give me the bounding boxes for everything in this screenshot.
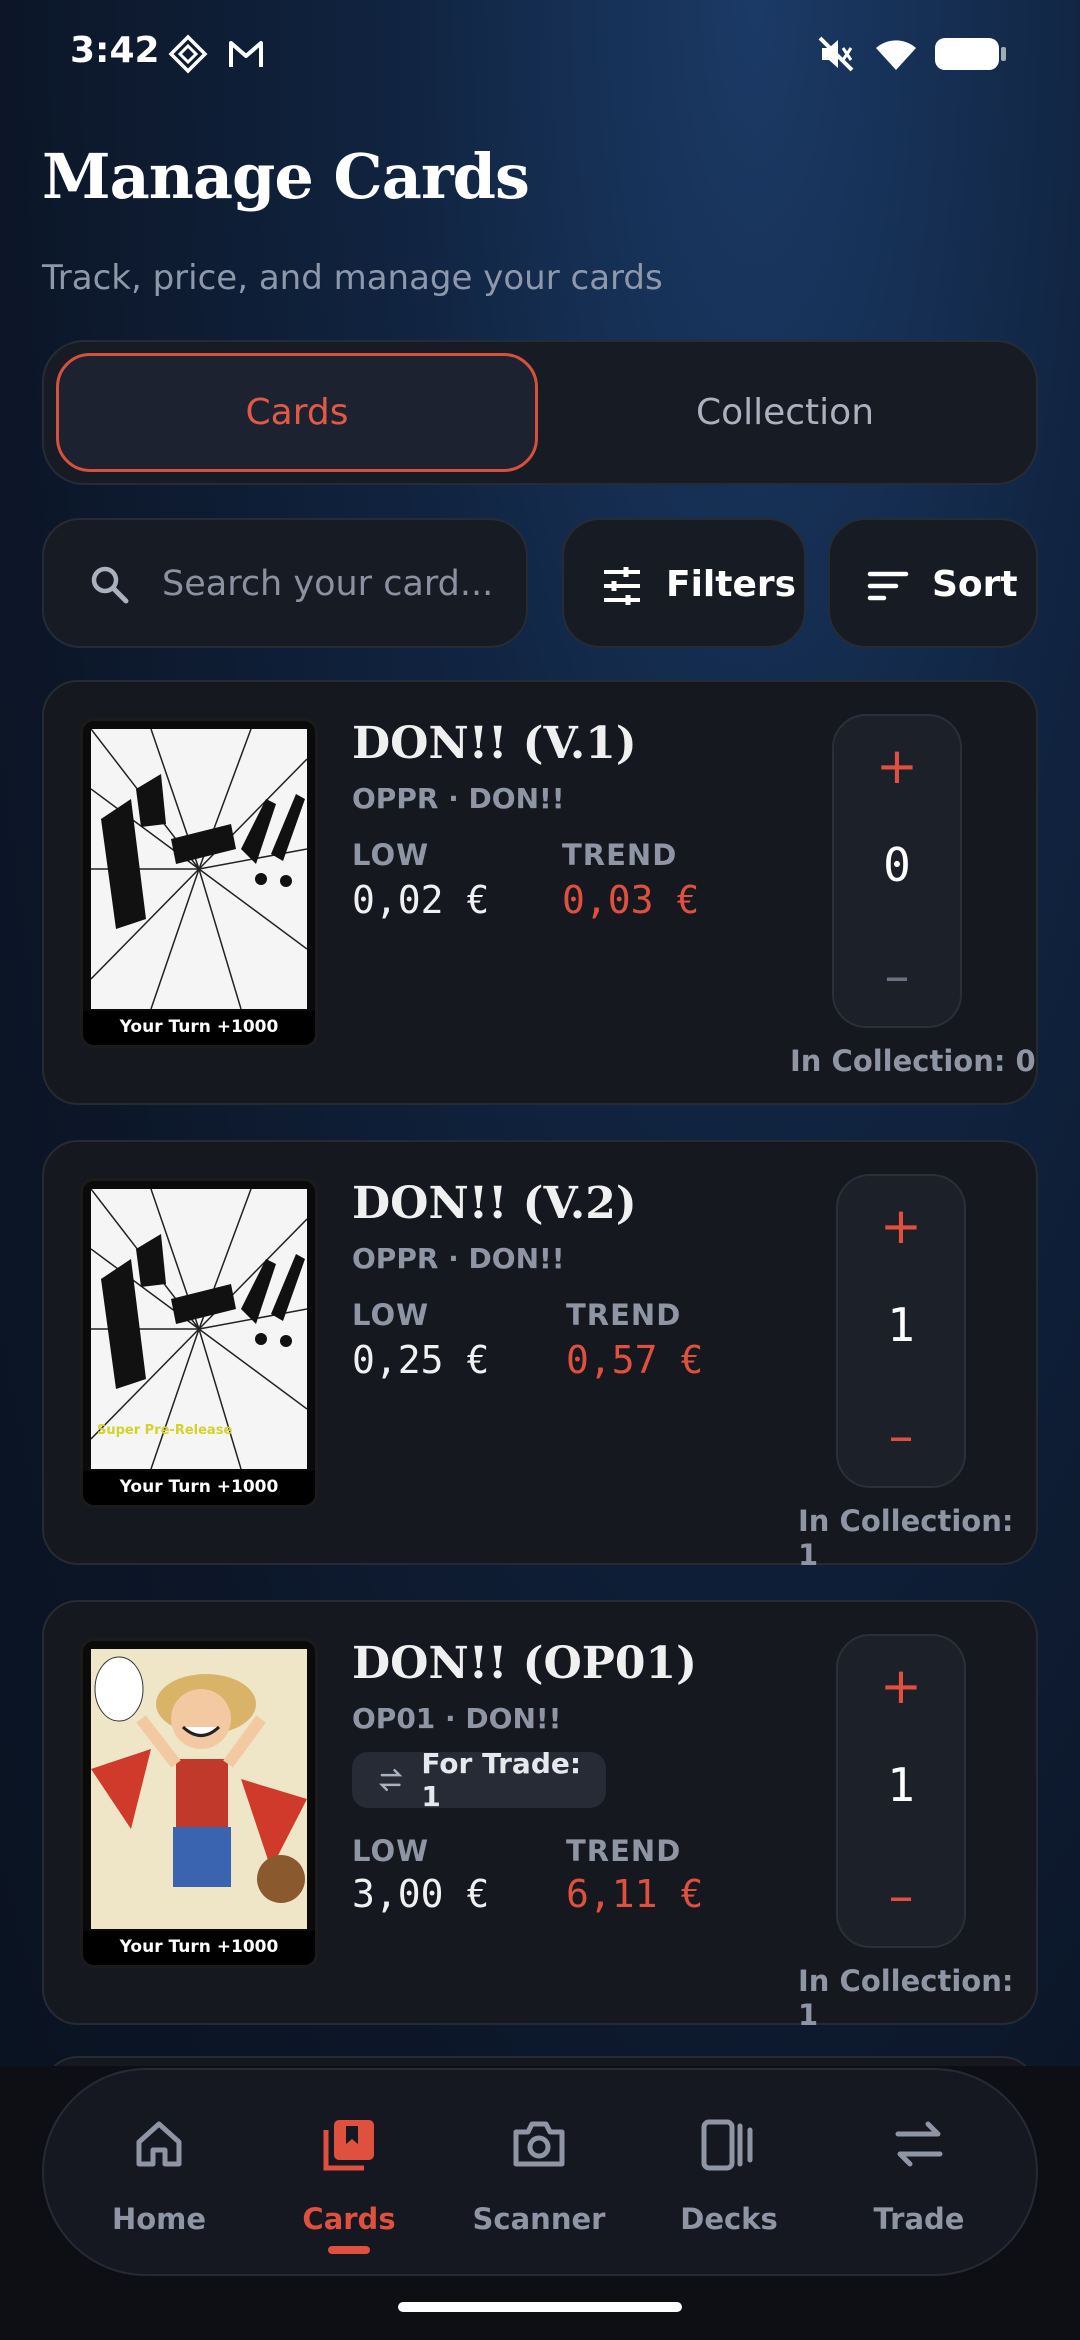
card-footer-text: Your Turn +1000 <box>83 1471 315 1505</box>
bottom-nav: Home Cards Scanner Decks Trade <box>42 2068 1038 2276</box>
decrement-button[interactable]: – <box>834 946 960 1006</box>
trend-label: TREND <box>562 838 678 872</box>
card-thumbnail[interactable]: Your Turn +1000 <box>80 718 318 1048</box>
quantity-value: 1 <box>887 1758 915 1812</box>
battery-icon <box>935 38 1006 70</box>
low-label: LOW <box>352 1298 430 1332</box>
nav-trade[interactable]: Trade <box>824 2070 1014 2278</box>
card-row[interactable]: Super Pre-Release Your Turn +1000 DON!! … <box>42 1140 1038 1572</box>
mute-icon <box>818 36 854 72</box>
trend-price: 0,57 € <box>566 1338 704 1382</box>
diamond-app-icon <box>168 34 208 74</box>
filters-icon <box>604 567 640 605</box>
nav-trade-label: Trade <box>873 2202 965 2236</box>
card-thumbnail[interactable]: Super Pre-Release Your Turn +1000 <box>80 1178 318 1508</box>
card-row[interactable]: Your Turn +1000 DON!! (OP01) OP01 · DON!… <box>42 1600 1038 2032</box>
decrement-button[interactable]: – <box>838 1866 964 1926</box>
active-indicator <box>328 2246 370 2254</box>
low-label: LOW <box>352 838 430 872</box>
for-trade-label: For Trade: 1 <box>421 1747 582 1813</box>
nav-scanner[interactable]: Scanner <box>444 2070 634 2278</box>
luffy-card-art <box>91 1649 307 1929</box>
increment-button[interactable]: + <box>838 1196 964 1256</box>
quantity-stepper: + 1 – <box>836 1174 966 1488</box>
nav-decks[interactable]: Decks <box>634 2070 824 2278</box>
nav-home-label: Home <box>111 2202 207 2236</box>
filters-button[interactable]: Filters <box>562 518 806 648</box>
gmail-icon <box>229 41 263 67</box>
filters-label: Filters <box>666 564 797 605</box>
sort-icon <box>867 571 909 601</box>
search-icon <box>91 566 129 604</box>
low-price: 3,00 € <box>352 1872 490 1916</box>
tab-cards[interactable]: Cards <box>56 353 538 472</box>
increment-button[interactable]: + <box>838 1656 964 1716</box>
trade-icon <box>895 2121 943 2167</box>
card-thumbnail[interactable]: Your Turn +1000 <box>80 1638 318 1968</box>
nav-decks-label: Decks <box>680 2202 778 2236</box>
card-name: DON!! (V.2) <box>352 1178 637 1229</box>
card-set: OPPR · DON!! <box>352 1242 565 1275</box>
trend-price: 0,03 € <box>562 878 700 922</box>
card-footer-text: Your Turn +1000 <box>83 1011 315 1045</box>
card-name: DON!! (OP01) <box>352 1638 697 1689</box>
increment-button[interactable]: + <box>834 736 960 796</box>
for-trade-badge: For Trade: 1 <box>352 1747 606 1813</box>
low-label: LOW <box>352 1834 430 1868</box>
cards-icon <box>323 2120 374 2171</box>
nav-cards[interactable]: Cards <box>254 2070 444 2278</box>
trend-label: TREND <box>566 1834 682 1868</box>
low-price: 0,02 € <box>352 878 490 922</box>
in-collection-count: In Collection: 1 <box>798 1964 1014 2032</box>
home-indicator[interactable] <box>398 2302 682 2312</box>
camera-icon <box>513 2121 565 2167</box>
page-title: Manage Cards <box>42 140 530 213</box>
card-tag: Super Pre-Release <box>97 1423 233 1438</box>
card-set: OP01 · DON!! <box>352 1702 562 1735</box>
nav-home[interactable]: Home <box>64 2070 254 2278</box>
quantity-value: 1 <box>887 1298 915 1352</box>
don-card-art <box>91 729 307 1009</box>
sort-button[interactable]: Sort <box>828 518 1038 648</box>
status-bar: 3:42 <box>0 0 1080 110</box>
quantity-stepper: + 0 – <box>832 714 962 1028</box>
trend-label: TREND <box>566 1298 682 1332</box>
search-input[interactable]: Search your card... <box>42 518 528 648</box>
quantity-value: 0 <box>883 838 911 892</box>
wifi-icon <box>876 40 916 70</box>
in-collection-count: In Collection: 1 <box>798 1504 1014 1572</box>
decrement-button[interactable]: – <box>838 1406 964 1466</box>
status-time: 3:42 <box>70 30 160 71</box>
trend-price: 6,11 € <box>566 1872 704 1916</box>
low-price: 0,25 € <box>352 1338 490 1382</box>
home-icon <box>136 2121 182 2167</box>
view-switcher: Cards Collection <box>42 340 1038 485</box>
sort-label: Sort <box>932 564 1018 605</box>
page-subtitle: Track, price, and manage your cards <box>42 258 663 298</box>
nav-scanner-label: Scanner <box>472 2202 606 2236</box>
tab-collection[interactable]: Collection <box>544 353 1026 472</box>
in-collection-count: In Collection: 0 <box>790 1044 1036 1078</box>
trade-small-icon <box>378 1769 403 1791</box>
quantity-stepper: + 1 – <box>836 1634 966 1948</box>
search-placeholder: Search your card... <box>162 564 494 604</box>
card-footer-text: Your Turn +1000 <box>83 1931 315 1965</box>
card-name: DON!! (V.1) <box>352 718 637 769</box>
nav-cards-label: Cards <box>302 2202 396 2236</box>
decks-icon <box>701 2119 753 2171</box>
card-set: OPPR · DON!! <box>352 782 565 815</box>
card-row[interactable]: Your Turn +1000 DON!! (V.1) OPPR · DON!!… <box>42 680 1038 1105</box>
